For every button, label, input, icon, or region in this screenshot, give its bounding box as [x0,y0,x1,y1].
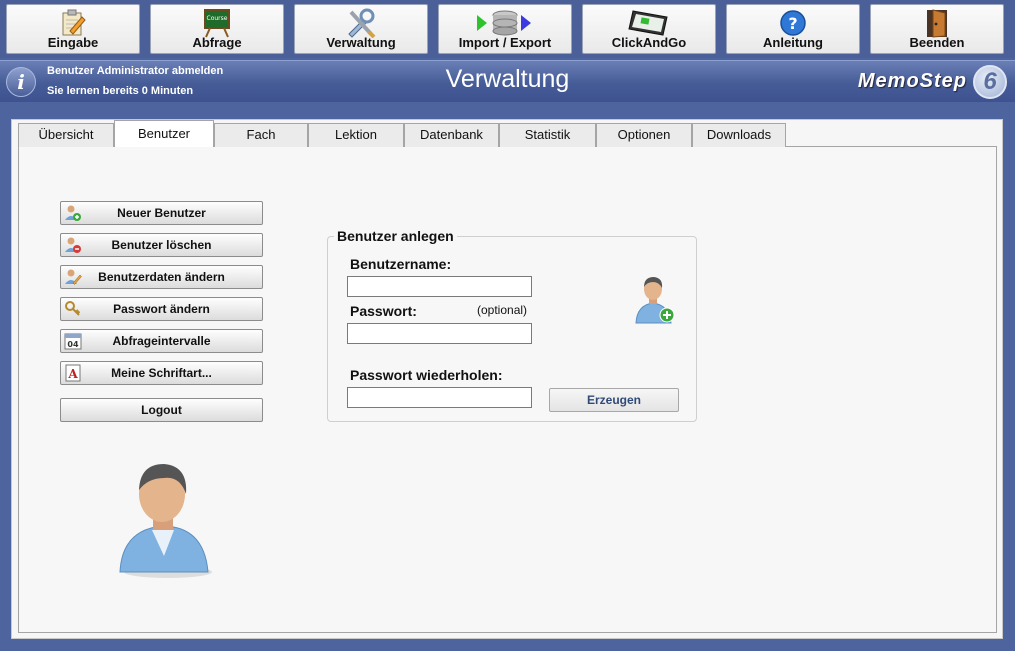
exit-door-icon [871,8,1003,38]
logout-label: Logout [141,403,182,417]
password-label: Passwort: [350,303,417,319]
my-font-label: Meine Schriftart... [111,366,212,380]
edit-user-data-label: Benutzerdaten ändern [98,270,225,284]
notepad-pencil-icon [7,8,139,38]
tab-lektion[interactable]: Lektion [308,123,404,147]
help-question-icon: ? [727,8,859,38]
repeat-password-label: Passwort wiederholen: [350,367,503,383]
database-arrows-icon [439,8,571,38]
change-password-button[interactable]: Passwort ändern [60,297,263,321]
abfrage-button[interactable]: Course Abfrage [150,4,284,54]
header-bar: i Benutzer Administrator abmelden Sie le… [0,60,1015,102]
main-toolbar: Eingabe Course Abfrage Verwaltung Import… [0,0,1015,58]
repeat-password-input[interactable] [347,387,532,408]
calendar-icon: 04 [64,332,82,350]
user-add-icon [64,204,82,222]
clickandgo-button[interactable]: ClickAndGo [582,4,716,54]
query-intervals-label: Abfrageintervalle [112,334,211,348]
key-icon [64,300,82,318]
anleitung-label: Anleitung [763,35,823,50]
password-input[interactable] [347,323,532,344]
import-export-button[interactable]: Import / Export [438,4,572,54]
tab-benutzer[interactable]: Benutzer [114,120,214,147]
change-password-label: Passwort ändern [113,302,210,316]
memostep-logo: MemoStep [857,70,967,92]
my-font-button[interactable]: A Meine Schriftart... [60,361,263,385]
tools-wrench-icon [295,8,427,38]
svg-text:?: ? [788,14,797,33]
eingabe-label: Eingabe [47,35,99,50]
new-user-button[interactable]: Neuer Benutzer [60,201,263,225]
verwaltung-label: Verwaltung [326,35,396,50]
edit-user-data-button[interactable]: Benutzerdaten ändern [60,265,263,289]
chalkboard-icon: Course [151,8,283,38]
username-label: Benutzername: [350,256,452,272]
create-button[interactable]: Erzeugen [549,388,679,412]
username-input[interactable] [347,276,532,297]
tab-optionen[interactable]: Optionen [596,123,692,147]
font-icon: A [64,364,82,382]
tab-uebersicht[interactable]: Übersicht [18,123,114,147]
tablet-icon [583,8,715,38]
user-avatar-large [112,460,217,580]
password-optional-note: (optional) [477,303,528,317]
eingabe-button[interactable]: Eingabe [6,4,140,54]
user-add-avatar-icon [633,275,677,325]
new-user-label: Neuer Benutzer [117,206,206,220]
beenden-button[interactable]: Beenden [870,4,1004,54]
user-delete-icon [64,236,82,254]
version-badge-icon: 6 [973,65,1007,99]
verwaltung-button[interactable]: Verwaltung [294,4,428,54]
logout-button[interactable]: Logout [60,398,263,422]
delete-user-label: Benutzer löschen [111,238,212,252]
abfrage-label: Abfrage [192,35,242,50]
chalkboard-text: Course [207,15,228,22]
font-icon-text: A [67,367,78,381]
tab-fach[interactable]: Fach [214,123,308,147]
beenden-label: Beenden [909,35,965,50]
tab-statistik[interactable]: Statistik [499,123,596,147]
create-user-title: Benutzer anlegen [334,228,457,244]
tab-downloads[interactable]: Downloads [692,123,786,147]
calendar-text: 04 [67,340,79,349]
user-edit-icon [64,268,82,286]
clickandgo-label: ClickAndGo [611,35,687,50]
anleitung-button[interactable]: ? Anleitung [726,4,860,54]
import-export-label: Import / Export [458,35,552,50]
delete-user-button[interactable]: Benutzer löschen [60,233,263,257]
tab-datenbank[interactable]: Datenbank [404,123,499,147]
query-intervals-button[interactable]: 04 Abfrageintervalle [60,329,263,353]
